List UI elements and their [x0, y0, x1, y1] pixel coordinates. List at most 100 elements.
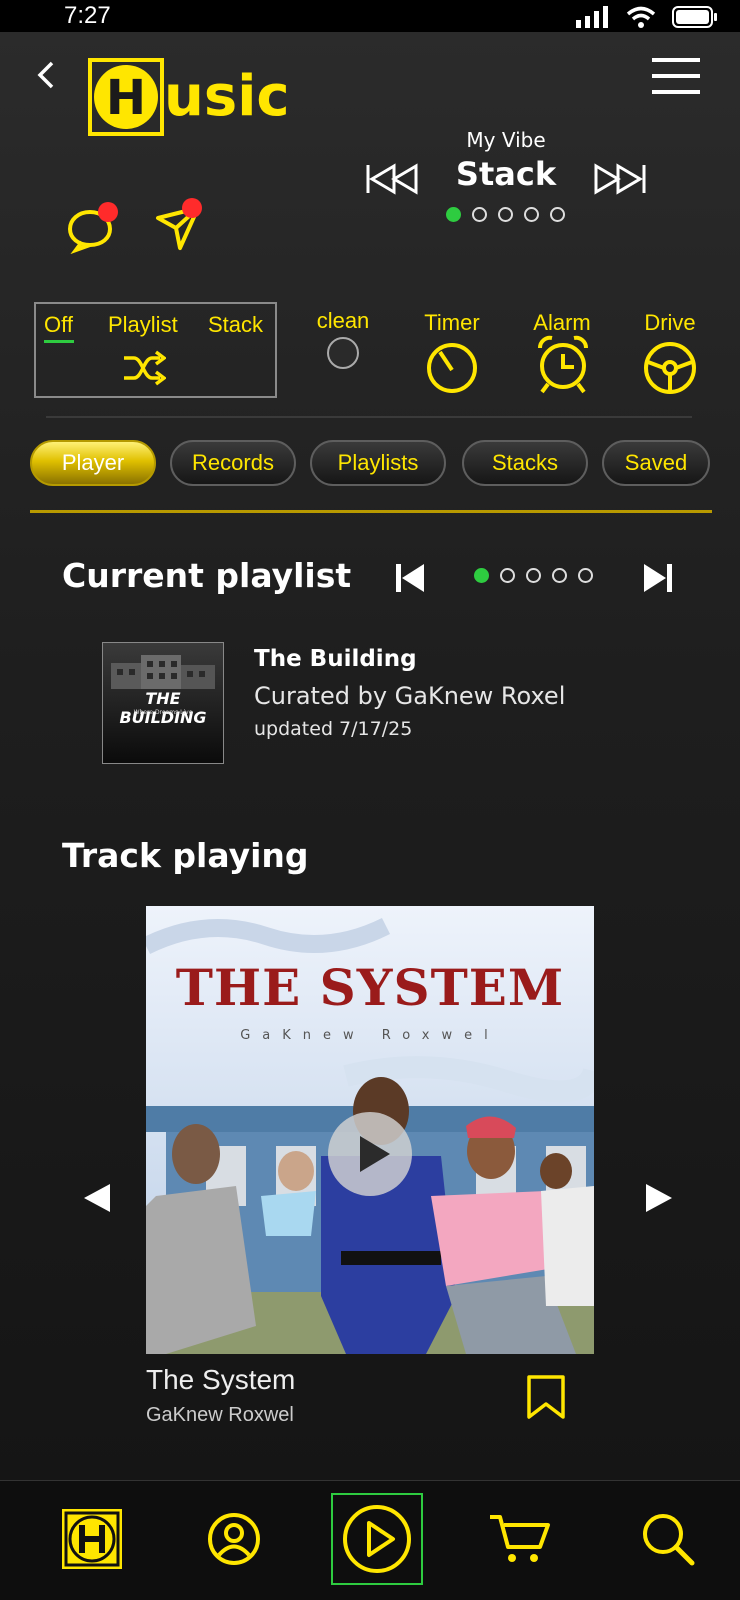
nav-search-button[interactable]: [622, 1493, 714, 1585]
skip-forward-icon: [594, 163, 646, 195]
divider: [46, 416, 692, 418]
home-logo-icon: [62, 1509, 122, 1569]
play-icon: [360, 1136, 390, 1172]
playlist-cover-art[interactable]: THE BUILDING Where Dreams Live: [102, 642, 224, 764]
track-next-button[interactable]: [644, 1182, 674, 1214]
album-cover-art[interactable]: THE SYSTEM GaKnew Roxwel: [146, 906, 594, 1354]
page-dot[interactable]: [524, 207, 539, 222]
vibe-next-button[interactable]: [590, 162, 648, 196]
alarm-button[interactable]: [534, 334, 592, 396]
playlist-cover-subtitle: Where Dreams Live: [133, 709, 193, 716]
current-playlist-heading: Current playlist: [62, 556, 352, 595]
page-dot[interactable]: [474, 568, 489, 583]
back-button[interactable]: [34, 60, 58, 90]
clean-label: clean: [316, 308, 370, 333]
logo-text: usic: [164, 64, 290, 129]
playlist-next-button[interactable]: [642, 562, 674, 594]
page-dot[interactable]: [578, 568, 593, 583]
vibe-previous-button[interactable]: [364, 162, 422, 196]
notification-dot: [98, 202, 118, 222]
bottom-navigation: [0, 1480, 740, 1600]
skip-previous-icon: [396, 564, 424, 592]
divider: [30, 510, 712, 513]
page-dot[interactable]: [472, 207, 487, 222]
clean-toggle[interactable]: [327, 337, 359, 369]
page-dot[interactable]: [552, 568, 567, 583]
timer-icon: [427, 343, 477, 393]
playlist-updated-date: updated 7/17/25: [254, 718, 413, 740]
notification-dot: [182, 198, 202, 218]
timer-button[interactable]: [424, 340, 480, 396]
shuffle-stack-option[interactable]: Stack: [208, 312, 263, 338]
shuffle-off-option[interactable]: Off: [44, 312, 73, 338]
play-circle-icon: [343, 1505, 411, 1573]
battery-icon: [672, 6, 717, 28]
album-cover-artist: GaKnew Roxwel: [240, 1028, 500, 1043]
building-illustration: [111, 655, 215, 689]
track-previous-button[interactable]: [82, 1182, 112, 1214]
signal-icon: [576, 6, 608, 28]
nav-home-button[interactable]: [46, 1493, 138, 1585]
bookmark-button[interactable]: [526, 1374, 566, 1420]
arrow-right-icon: [646, 1184, 672, 1212]
nav-cart-button[interactable]: [474, 1493, 566, 1585]
section-tabs: Player Records Playlists Stacks Saved: [30, 440, 730, 486]
bookmark-icon: [527, 1375, 565, 1419]
shuffle-icon[interactable]: [122, 350, 166, 386]
shuffle-playlist-option[interactable]: Playlist: [108, 312, 178, 338]
search-icon: [643, 1514, 695, 1566]
tab-saved[interactable]: Saved: [602, 440, 710, 486]
logo-mark-letter: H: [106, 70, 146, 126]
shuffle-mode-selector: Off Playlist Stack: [34, 302, 277, 398]
drive-mode-button[interactable]: [642, 340, 698, 396]
page-dot[interactable]: [500, 568, 515, 583]
page-dot[interactable]: [498, 207, 513, 222]
drive-label: Drive: [644, 310, 696, 335]
menu-button[interactable]: [650, 54, 702, 98]
status-time: 7:27: [64, 2, 111, 29]
active-mode-indicator: [44, 340, 74, 343]
page-dot[interactable]: [446, 207, 461, 222]
timer-label: Timer: [424, 310, 480, 335]
skip-back-icon: [366, 163, 418, 195]
alarm-label: Alarm: [533, 310, 591, 335]
status-icons: [576, 6, 718, 28]
alarm-clock-icon: [538, 335, 588, 394]
track-name: The System: [146, 1364, 296, 1395]
album-cover-title: THE SYSTEM: [175, 958, 565, 1017]
arrow-left-icon: [84, 1184, 110, 1212]
page-dot[interactable]: [550, 207, 565, 222]
wifi-icon: [626, 6, 656, 28]
skip-next-icon: [644, 564, 672, 592]
tab-records[interactable]: Records: [170, 440, 296, 486]
track-playing-heading: Track playing: [62, 836, 309, 875]
messages-button[interactable]: [66, 200, 122, 255]
tab-player[interactable]: Player: [30, 440, 156, 486]
playlist-cover-title: THE BUILDING: [119, 689, 207, 727]
send-icon: [156, 198, 202, 250]
track-artist: GaKnew Roxwel: [146, 1404, 294, 1426]
chevron-left-icon: [37, 61, 54, 89]
playlist-curator: Curated by GaKnew Roxel: [254, 682, 566, 710]
nav-profile-button[interactable]: [188, 1493, 280, 1585]
status-bar: 7:27: [0, 0, 740, 32]
vibe-label: My Vibe: [466, 128, 546, 152]
page-dot[interactable]: [526, 568, 541, 583]
vibe-page-indicator: [446, 207, 565, 222]
send-button[interactable]: [154, 198, 210, 254]
tab-stacks[interactable]: Stacks: [462, 440, 588, 486]
hamburger-menu-icon: [652, 58, 700, 94]
logo-mark: H: [88, 58, 164, 136]
play-overlay-button[interactable]: [328, 1112, 412, 1196]
playlist-previous-button[interactable]: [394, 562, 426, 594]
playlist-page-indicator: [474, 568, 593, 583]
steering-wheel-icon: [644, 342, 696, 394]
nav-player-button[interactable]: [331, 1493, 423, 1585]
chat-bubble-icon: [67, 202, 118, 255]
cart-icon: [490, 1515, 550, 1562]
tab-playlists[interactable]: Playlists: [310, 440, 446, 486]
profile-icon: [208, 1513, 260, 1565]
vibe-title: Stack: [455, 155, 557, 193]
playlist-name: The Building: [254, 646, 417, 672]
app-logo: H usic: [88, 58, 290, 136]
